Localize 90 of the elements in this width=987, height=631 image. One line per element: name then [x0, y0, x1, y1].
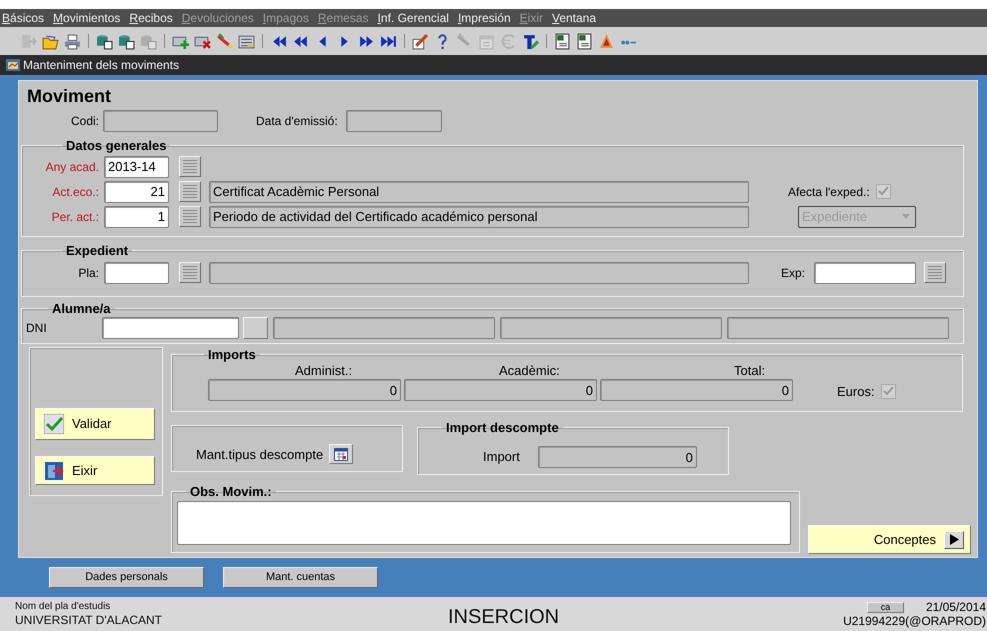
input-field[interactable]: 1 — [104, 206, 169, 228]
input-field[interactable] — [814, 262, 916, 284]
wand-icon[interactable] — [216, 32, 233, 50]
group-title: Expedient — [65, 243, 130, 258]
menu-item[interactable]: Inf. Gerencial — [378, 11, 449, 25]
amount-field[interactable]: 0 — [538, 446, 697, 468]
field-label: Administ.: — [295, 363, 352, 378]
amount-field[interactable]: 0 — [404, 379, 597, 401]
folder-icon[interactable] — [42, 32, 59, 50]
concepts-button[interactable]: Conceptes — [808, 525, 971, 554]
menu-item[interactable]: Impresión — [458, 11, 511, 25]
input-field[interactable] — [104, 262, 169, 284]
exit-icon — [44, 460, 64, 480]
mode-indicator: INSERCION — [448, 606, 560, 628]
field-label: Afecta l'exped.: — [788, 184, 870, 198]
window-icon — [6, 59, 20, 71]
check-icon — [44, 414, 64, 434]
input-field[interactable] — [102, 316, 239, 338]
calendar-button[interactable] — [329, 444, 354, 464]
group-title: Obs. Movim.: — [189, 484, 273, 499]
lines-icon — [927, 265, 944, 280]
status-date: 21/05/2014 — [924, 600, 986, 614]
text-pencil-icon[interactable] — [522, 32, 539, 50]
field-label: DNI — [25, 320, 48, 334]
description-field[interactable] — [273, 316, 495, 338]
group-title: Imports — [207, 347, 257, 362]
description-field[interactable] — [209, 262, 749, 284]
lines-icon — [182, 159, 198, 174]
amount-field[interactable]: 0 — [208, 379, 401, 401]
menu-item[interactable]: Movimientos — [53, 11, 120, 25]
input-field[interactable]: 2013-14 — [104, 156, 169, 178]
field-label: Mant.tipus descompte — [196, 448, 324, 462]
field-label: Pla: — [77, 266, 99, 280]
action-button[interactable]: Eixir — [35, 456, 155, 485]
nav-button[interactable]: Dades personals — [49, 567, 204, 588]
small-button[interactable] — [243, 316, 268, 338]
list-button[interactable] — [179, 181, 201, 202]
status-user: U21994229(@ORAPROD) — [843, 614, 986, 628]
form-heading: Moviment — [27, 86, 112, 107]
lines-icon — [182, 184, 198, 199]
field-label: Any acad. — [44, 160, 99, 174]
field-label: Total: — [734, 363, 766, 378]
menu-item[interactable]: Ventana — [552, 11, 596, 25]
description-field[interactable] — [727, 316, 949, 338]
acrobat-icon[interactable] — [598, 32, 615, 50]
field-label: Acadèmic: — [499, 363, 560, 378]
list-icon[interactable] — [238, 32, 255, 50]
action-button[interactable]: Validar — [35, 408, 155, 440]
check-icon — [878, 186, 889, 197]
list-button[interactable] — [924, 262, 946, 283]
date-field[interactable] — [346, 110, 442, 132]
field-label: Import — [483, 450, 520, 464]
dropdown-arrow-icon — [902, 214, 910, 219]
window-title: Manteniment dels moviments — [23, 58, 180, 72]
check-icon — [882, 386, 894, 397]
field-label: Exp: — [781, 266, 806, 280]
lines-icon — [182, 265, 198, 280]
nav-button[interactable]: Mant. cuentas — [223, 567, 378, 588]
lines-icon — [182, 209, 198, 224]
field-label: Data d'emissió: — [256, 114, 338, 128]
language-indicator: ca — [867, 602, 904, 612]
calendar-icon — [334, 448, 348, 460]
list-button[interactable] — [179, 156, 201, 177]
group-title: Import descompte — [445, 420, 560, 435]
menu-item[interactable]: Básicos — [2, 11, 44, 25]
description-field[interactable]: Periodo de actividad del Certificado académico personal — [209, 206, 749, 228]
field-label: Per. act.: — [50, 210, 99, 224]
document-icon[interactable] — [554, 32, 571, 50]
input-field[interactable]: 21 — [104, 180, 169, 202]
description-field[interactable]: Certificat Acadèmic Personal — [209, 180, 749, 202]
document-icon[interactable] — [576, 32, 593, 50]
status-caption: Nom del pla d'estudis — [15, 601, 110, 613]
list-button[interactable] — [179, 206, 201, 227]
notes-field[interactable] — [177, 501, 791, 545]
menu-item[interactable]: Recibos — [129, 11, 173, 25]
amount-field[interactable]: 0 — [600, 379, 793, 401]
pencil-icon[interactable] — [412, 32, 429, 50]
group-title: Alumne/a — [51, 301, 112, 316]
play-icon — [950, 534, 958, 545]
list-button[interactable] — [179, 262, 201, 283]
code-field[interactable] — [103, 110, 218, 132]
printer-icon[interactable] — [64, 32, 81, 50]
database-icon[interactable] — [96, 32, 113, 50]
field-label: Act.eco.: — [51, 184, 99, 198]
field-label: Euros: — [837, 384, 875, 398]
description-field[interactable] — [500, 316, 722, 338]
status-text: UNIVERSITAT D'ALACANT — [15, 613, 162, 627]
database-icon[interactable] — [118, 32, 135, 50]
group-title: Datos generales — [65, 138, 168, 153]
field-label: Codi: — [70, 114, 99, 128]
